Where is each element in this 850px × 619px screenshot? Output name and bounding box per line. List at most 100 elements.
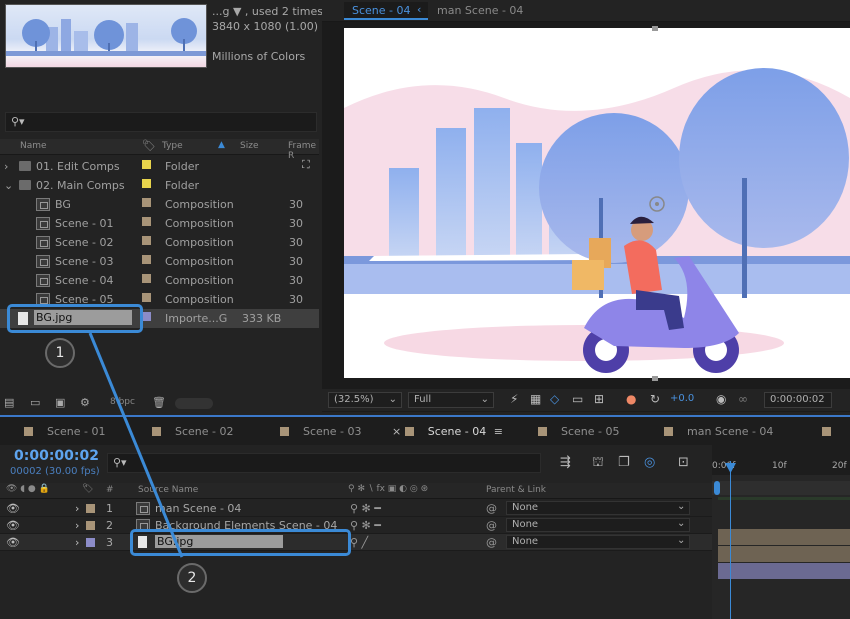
interpret-footage-icon[interactable]: ▤ bbox=[4, 396, 14, 409]
frame-blending-icon[interactable]: ❐ bbox=[618, 455, 630, 470]
layer-row[interactable]: 👁 › 1 man Scene - 04 ⚲ ✻ ━ @ None ⌄ bbox=[0, 500, 712, 517]
graph-editor-icon[interactable]: ⊡ bbox=[678, 455, 689, 470]
project-item-row[interactable]: Scene - 01 Composition 30 bbox=[0, 214, 319, 233]
timeline-tab[interactable]: × Scene - 04 ≡ bbox=[392, 425, 503, 438]
new-folder-icon[interactable]: ▭ bbox=[30, 396, 40, 409]
pick-whip-icon[interactable]: @ bbox=[486, 536, 497, 549]
visibility-eye-icon[interactable]: 👁 bbox=[6, 536, 20, 549]
shy-layers-icon[interactable]: ⛫ bbox=[592, 455, 604, 472]
close-icon[interactable]: × bbox=[392, 425, 405, 438]
show-snapshot-icon[interactable]: ∞ bbox=[738, 392, 748, 406]
layer-label-swatch[interactable] bbox=[86, 538, 95, 547]
zoom-value: (32.5%) bbox=[334, 394, 374, 405]
transparency-grid-icon[interactable]: ▦ bbox=[530, 392, 541, 406]
project-item-row[interactable]: Scene - 04 Composition 30 bbox=[0, 271, 319, 290]
item-frame-rate: 30 bbox=[289, 236, 303, 249]
canvas-handle-bottom[interactable] bbox=[652, 376, 658, 381]
label-color-swatch[interactable] bbox=[142, 236, 151, 245]
layer-switches[interactable]: ⚲ ╱ bbox=[350, 536, 368, 549]
layer-row[interactable]: 👁 › 2 Background Elements Scene - 04 ⚲ ✻ ━ @ N… bbox=[0, 517, 712, 534]
timeline-tab[interactable]: Scene - 03 bbox=[280, 425, 362, 438]
timeline-search-input[interactable]: ⚲▾ bbox=[107, 453, 541, 473]
label-color-swatch[interactable] bbox=[142, 160, 151, 169]
trash-icon[interactable]: 🗑 bbox=[152, 396, 166, 409]
layer-bar-2[interactable] bbox=[718, 546, 850, 562]
panel-menu-icon[interactable]: ≡ bbox=[490, 425, 503, 438]
camera-snapshot-icon[interactable]: ◉ bbox=[716, 392, 726, 406]
exposure-value[interactable]: +0.0 bbox=[670, 393, 694, 404]
timeline-timecode[interactable]: 0:00:00:02 bbox=[14, 448, 99, 464]
layer-source-name[interactable]: man Scene - 04 bbox=[155, 502, 241, 515]
timeline-tab[interactable]: Scene - 02 bbox=[152, 425, 234, 438]
layer-switches[interactable]: ⚲ ✻ ━ bbox=[350, 519, 381, 532]
label-color-swatch[interactable] bbox=[142, 179, 151, 188]
fast-preview-icon[interactable]: ⚡ bbox=[510, 392, 518, 406]
chevron-right-icon[interactable]: › bbox=[75, 536, 79, 549]
visibility-eye-icon[interactable]: 👁 bbox=[6, 502, 20, 515]
viewer-tab-man-scene-04[interactable]: man Scene - 04 bbox=[437, 4, 523, 17]
project-item-row[interactable]: Scene - 03 Composition 30 bbox=[0, 252, 319, 271]
resolution-value: Full bbox=[414, 394, 432, 405]
guides-icon[interactable]: ⊞ bbox=[594, 392, 604, 406]
layer-switches[interactable]: ⚲ ✻ ━ bbox=[350, 502, 381, 515]
project-item-row[interactable]: ⌄ 02. Main Comps Folder bbox=[0, 176, 319, 195]
chevron-down-icon[interactable]: ⌄ bbox=[4, 179, 13, 192]
viewer-tab-scene-04[interactable]: Scene - 04 bbox=[352, 4, 411, 17]
flowchart-icon[interactable]: ⛶ bbox=[302, 158, 310, 172]
canvas-handle-top[interactable] bbox=[652, 26, 658, 31]
layer-bar-3[interactable] bbox=[718, 563, 850, 579]
column-source-name[interactable]: Source Name bbox=[138, 485, 198, 495]
composition-flowchart-icon[interactable]: ⇶ bbox=[560, 455, 571, 470]
timeline-tab[interactable]: man Scene - 04 bbox=[664, 425, 773, 438]
column-type[interactable]: Type bbox=[162, 141, 183, 151]
color-channels-icon[interactable]: ● bbox=[626, 392, 636, 406]
project-item-row[interactable]: BG Composition 30 bbox=[0, 195, 319, 214]
chevron-left-icon[interactable]: ‹ bbox=[417, 3, 421, 16]
project-column-header: Name 🏷 Type ▲ Size Frame R bbox=[0, 139, 319, 161]
pick-whip-icon[interactable]: @ bbox=[486, 502, 497, 515]
timeline-tab[interactable]: Scene - 01 bbox=[24, 425, 106, 438]
chevron-right-icon[interactable]: › bbox=[75, 502, 79, 515]
project-item-row[interactable]: Scene - 02 Composition 30 bbox=[0, 233, 319, 252]
layer-label-swatch[interactable] bbox=[86, 521, 95, 530]
chevron-right-icon[interactable]: › bbox=[75, 519, 79, 532]
bpc-label[interactable]: 8 bpc bbox=[110, 397, 135, 407]
reset-exposure-icon[interactable]: ↻ bbox=[650, 392, 660, 406]
label-color-swatch[interactable] bbox=[142, 255, 151, 264]
label-color-swatch[interactable] bbox=[142, 293, 151, 302]
thumbnail-slider[interactable] bbox=[175, 398, 213, 409]
project-settings-icon[interactable]: ⚙ bbox=[80, 396, 90, 409]
layer-bar-1[interactable] bbox=[718, 529, 850, 545]
parent-dropdown[interactable]: None ⌄ bbox=[506, 535, 690, 549]
composition-canvas[interactable] bbox=[344, 28, 850, 378]
project-search-input[interactable]: ⚲▾ bbox=[5, 112, 317, 132]
thumbnail-image bbox=[6, 18, 206, 56]
label-color-swatch[interactable] bbox=[142, 198, 151, 207]
parent-dropdown[interactable]: None ⌄ bbox=[506, 501, 690, 515]
new-comp-icon[interactable]: ▣ bbox=[55, 396, 65, 409]
column-name[interactable]: Name bbox=[20, 141, 47, 151]
tab-overflow-swatch[interactable] bbox=[822, 427, 831, 436]
motion-blur-icon[interactable]: ◎ bbox=[644, 455, 655, 470]
zoom-dropdown[interactable]: (32.5%) ⌄ bbox=[328, 392, 402, 408]
chevron-right-icon[interactable]: › bbox=[4, 160, 8, 173]
label-color-swatch[interactable] bbox=[142, 312, 151, 321]
timeline-tab[interactable]: Scene - 05 bbox=[538, 425, 620, 438]
label-color-swatch[interactable] bbox=[142, 274, 151, 283]
time-ruler[interactable]: 0:00f 10f 20f bbox=[712, 445, 850, 619]
region-of-interest-icon[interactable]: ▭ bbox=[572, 392, 583, 406]
column-size[interactable]: Size bbox=[240, 141, 258, 151]
mask-path-icon[interactable]: ◇ bbox=[550, 392, 559, 406]
pick-whip-icon[interactable]: @ bbox=[486, 519, 497, 532]
label-color-swatch[interactable] bbox=[142, 217, 151, 226]
layer-row[interactable]: 👁 › 3 BG.jpg ⚲ ╱ @ None ⌄ bbox=[0, 534, 712, 551]
layer-label-swatch[interactable] bbox=[86, 504, 95, 513]
viewer-timecode[interactable]: 0:00:00:02 bbox=[764, 392, 832, 408]
visibility-eye-icon[interactable]: 👁 bbox=[6, 519, 20, 532]
parent-dropdown[interactable]: None ⌄ bbox=[506, 518, 690, 532]
work-area-start-handle[interactable] bbox=[714, 481, 720, 495]
item-type: Composition bbox=[165, 274, 234, 287]
project-item-row[interactable]: › 01. Edit Comps Folder bbox=[0, 157, 319, 176]
label-tag-icon[interactable]: 🏷 bbox=[142, 139, 156, 152]
resolution-dropdown[interactable]: Full ⌄ bbox=[408, 392, 494, 408]
